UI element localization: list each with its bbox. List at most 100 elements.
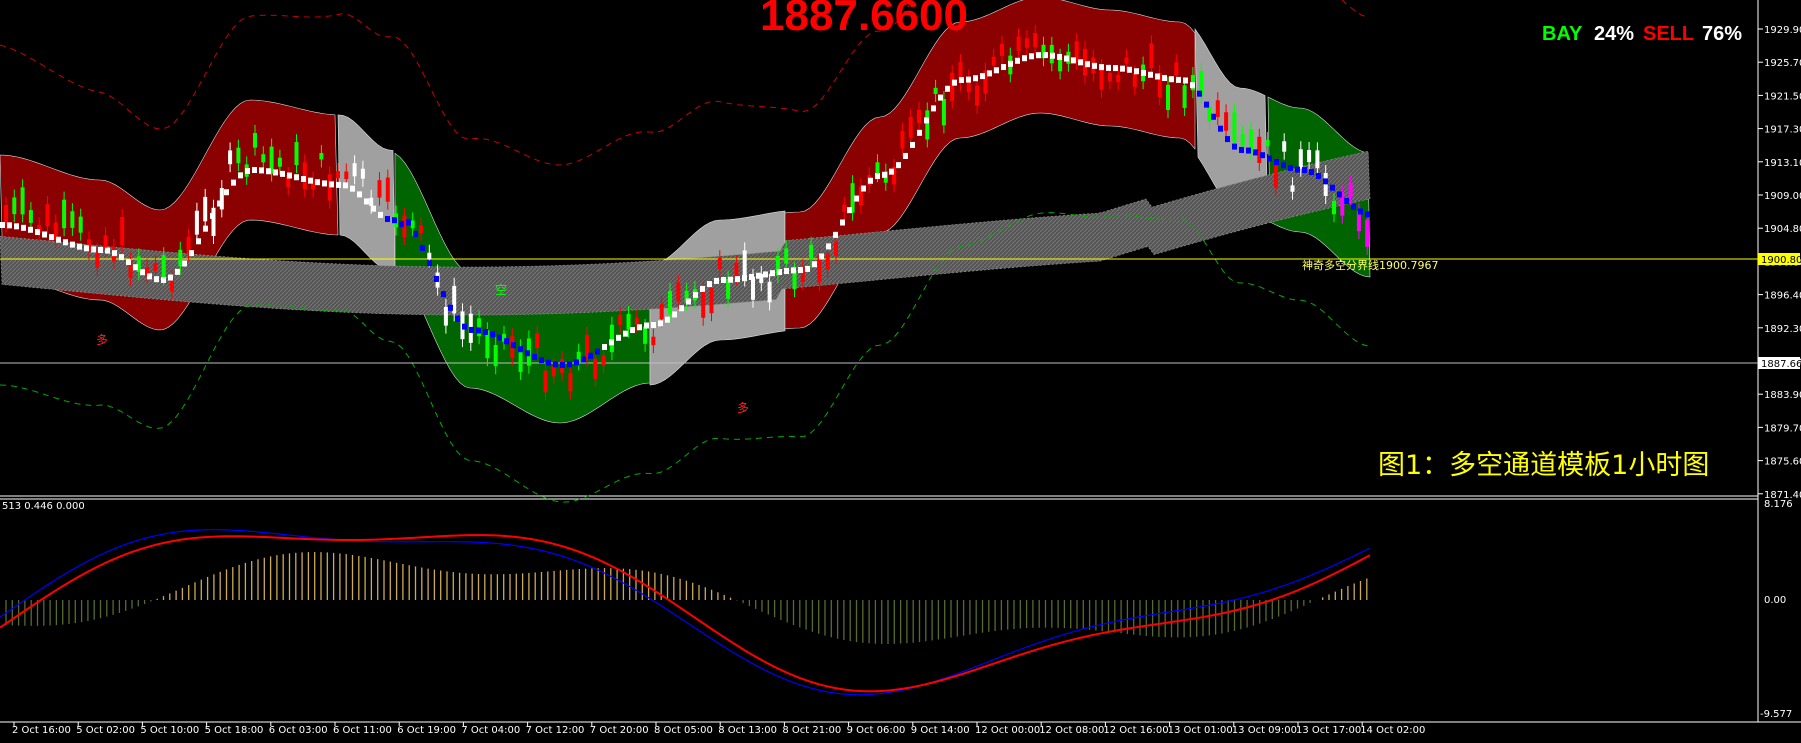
- time-axis[interactable]: 2 Oct 16:00 5 Oct 02:00 5 Oct 10:00 5 Oct 1…: [12, 722, 1425, 736]
- candle-body: [1232, 112, 1237, 142]
- candle-body: [751, 276, 755, 300]
- time-tick-label: 7 Oct 12:00: [526, 725, 585, 736]
- mid-dot: [406, 219, 411, 226]
- candle-body: [1265, 140, 1270, 147]
- candle-body: [709, 287, 714, 314]
- mid-dot: [581, 356, 586, 363]
- mid-dot: [1239, 146, 1244, 153]
- candle-body: [369, 197, 374, 206]
- mid-dot: [1078, 59, 1083, 66]
- mid-dot: [784, 268, 789, 275]
- candle-body: [1016, 36, 1021, 51]
- candle-body: [1307, 150, 1312, 163]
- mid-dot: [1106, 64, 1111, 71]
- mid-dot: [987, 70, 992, 77]
- current-price-title: 1887.6600: [760, 0, 968, 40]
- candle-body: [360, 168, 365, 179]
- price-tick-label: 1892.30: [1764, 324, 1801, 335]
- mid-dot: [1015, 57, 1020, 64]
- mid-dot: [1176, 76, 1181, 83]
- candle-body: [834, 241, 838, 256]
- macd-pane[interactable]: [0, 529, 1371, 696]
- candle-body: [327, 174, 332, 201]
- candle-body: [1174, 62, 1179, 76]
- candle-body: [103, 235, 108, 250]
- mid-dot: [1309, 169, 1314, 176]
- mid-dot: [1288, 164, 1293, 171]
- mid-dot: [385, 216, 390, 223]
- candle-body: [792, 270, 797, 290]
- mid-dot: [0, 222, 5, 228]
- mid-dot: [1099, 64, 1104, 71]
- mid-dot: [1008, 60, 1013, 67]
- mid-dot: [644, 322, 649, 329]
- mid-dot: [462, 323, 467, 330]
- time-tick-label: 12 Oct 16:00: [1103, 725, 1168, 736]
- candle-body: [161, 255, 166, 278]
- mid-dot: [1211, 113, 1216, 120]
- time-tick-label: 7 Oct 20:00: [590, 725, 649, 736]
- mid-dot: [896, 162, 901, 169]
- candle-body: [228, 150, 233, 165]
- mid-dot: [1029, 53, 1034, 60]
- long-marker-1: 多: [96, 333, 108, 347]
- mid-dot: [623, 330, 628, 337]
- mid-dot: [595, 348, 600, 355]
- macd-line: [0, 529, 1371, 696]
- candle-body: [1033, 33, 1038, 47]
- price-tick-label: 1883.90: [1764, 390, 1801, 401]
- mid-dot: [441, 291, 446, 298]
- candle-body: [477, 318, 482, 337]
- time-tick-label: 13 Oct 09:00: [1232, 725, 1297, 736]
- candle-body: [62, 199, 67, 229]
- price-tick-label: 1896.40: [1764, 291, 1801, 302]
- candle-body: [933, 87, 938, 94]
- mid-dot: [665, 316, 670, 323]
- mid-dot: [518, 346, 523, 353]
- mid-dot: [1344, 197, 1349, 204]
- mid-dot: [14, 223, 19, 230]
- trading-chart[interactable]: 1887.6600 BAY 24% SELL 76% 神奇多空分界线1900.7…: [0, 0, 1801, 743]
- mid-dot: [1323, 178, 1328, 185]
- mid-dot: [1057, 53, 1062, 60]
- mid-dot: [1330, 184, 1335, 191]
- candle-body: [900, 130, 905, 149]
- time-tick-label: 6 Oct 11:00: [333, 725, 392, 736]
- time-tick-label: 12 Oct 08:00: [1039, 725, 1104, 736]
- mid-dot: [1134, 68, 1139, 75]
- mid-dot: [1365, 211, 1370, 218]
- mid-dot: [336, 181, 341, 188]
- mid-dot: [945, 85, 950, 92]
- mid-dot: [294, 174, 299, 181]
- mid-dot: [133, 264, 138, 271]
- candle-body: [701, 289, 706, 318]
- candle-body: [178, 249, 183, 267]
- time-tick-label: 8 Oct 13:00: [718, 725, 777, 736]
- mid-dot: [126, 259, 131, 266]
- long-marker-2: 多: [737, 401, 749, 415]
- candle-body: [1282, 141, 1287, 152]
- mid-dot: [539, 357, 544, 364]
- mid-dot: [840, 219, 845, 226]
- candle-body: [319, 153, 324, 160]
- mid-dot: [147, 273, 152, 280]
- boundary-label: 神奇多空分界线1900.7967: [1302, 258, 1438, 272]
- candle-body: [734, 262, 739, 278]
- mid-dot: [217, 200, 222, 207]
- mid-dot: [434, 275, 439, 282]
- price-tick-label: 1875.60: [1764, 457, 1801, 468]
- mid-dot: [154, 276, 159, 283]
- candle-body: [294, 142, 299, 166]
- time-tick-label: 6 Oct 03:00: [269, 725, 328, 736]
- candle-body: [1000, 43, 1004, 56]
- time-tick-label: 13 Oct 01:00: [1168, 725, 1233, 736]
- mid-dot: [553, 361, 558, 368]
- candle-body: [1332, 200, 1336, 215]
- mid-dot: [791, 267, 796, 274]
- mid-dot: [119, 254, 124, 261]
- mid-dot: [1022, 55, 1027, 62]
- mid-dot: [1316, 172, 1321, 179]
- mid-dot: [742, 275, 747, 282]
- candle-body: [1298, 149, 1303, 169]
- time-tick-label: 12 Oct 00:00: [975, 725, 1040, 736]
